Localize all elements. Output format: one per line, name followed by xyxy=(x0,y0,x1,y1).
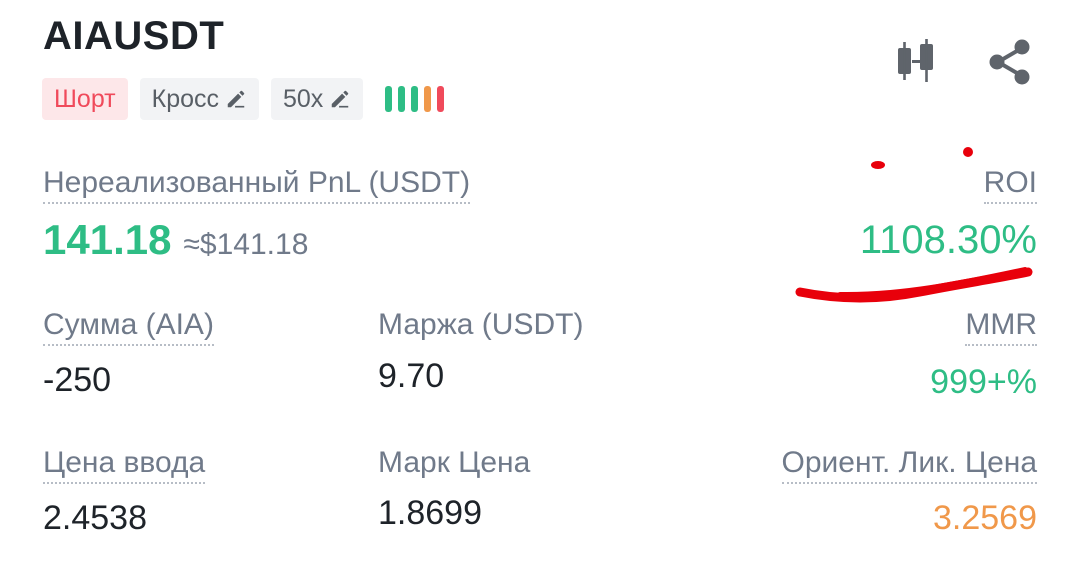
symbol-title: AIAUSDT xyxy=(43,14,225,58)
leverage-label: 50x xyxy=(283,84,324,113)
leverage-button[interactable]: 50x xyxy=(271,78,364,120)
side-tag-label: Шорт xyxy=(54,84,116,113)
unrealized-pnl-label[interactable]: Нереализованный PnL (USDT) xyxy=(43,165,471,204)
roi-value: 1108.30% xyxy=(859,218,1037,262)
liq-price-value: 3.2569 xyxy=(933,499,1037,537)
risk-bar xyxy=(411,86,419,112)
unrealized-pnl-value: 141.18 xyxy=(43,216,172,263)
mark-price-value: 1.8699 xyxy=(378,494,482,532)
pencil-icon xyxy=(227,90,245,108)
side-tag: Шорт xyxy=(42,78,128,120)
candlestick-chart-icon[interactable] xyxy=(893,36,945,88)
margin-mode-label: Кросс xyxy=(151,84,219,113)
share-icon[interactable] xyxy=(984,36,1036,88)
unrealized-pnl: 141.18 ≈$141.18 xyxy=(43,216,308,264)
annotation-dot-right xyxy=(963,147,973,157)
roi-label[interactable]: ROI xyxy=(983,165,1037,204)
risk-level-indicator xyxy=(385,86,445,112)
margin-label: Маржа (USDT) xyxy=(378,308,584,341)
position-tags: Шорт Кросс 50x xyxy=(42,78,445,120)
risk-bar xyxy=(424,86,432,112)
liq-price-label[interactable]: Ориент. Лик. Цена xyxy=(781,445,1037,484)
mmr-value: 999+% xyxy=(930,363,1037,401)
risk-bar xyxy=(398,86,406,112)
annotation-dot-left xyxy=(871,161,885,169)
mark-price-label: Марк Цена xyxy=(378,446,531,479)
amount-value: -250 xyxy=(43,361,112,399)
amount-label[interactable]: Сумма (AIA) xyxy=(43,307,214,346)
entry-price-label[interactable]: Цена ввода xyxy=(43,445,206,484)
annotation-smile-stroke xyxy=(795,267,1033,303)
risk-bar xyxy=(385,86,393,112)
mmr-label[interactable]: MMR xyxy=(965,307,1037,346)
pencil-icon xyxy=(332,90,349,108)
entry-price-value: 2.4538 xyxy=(43,499,147,537)
margin-mode-button[interactable]: Кросс xyxy=(139,78,259,120)
risk-bar xyxy=(437,86,445,112)
unrealized-pnl-usd: ≈$141.18 xyxy=(183,228,309,261)
margin-value: 9.70 xyxy=(378,357,445,395)
